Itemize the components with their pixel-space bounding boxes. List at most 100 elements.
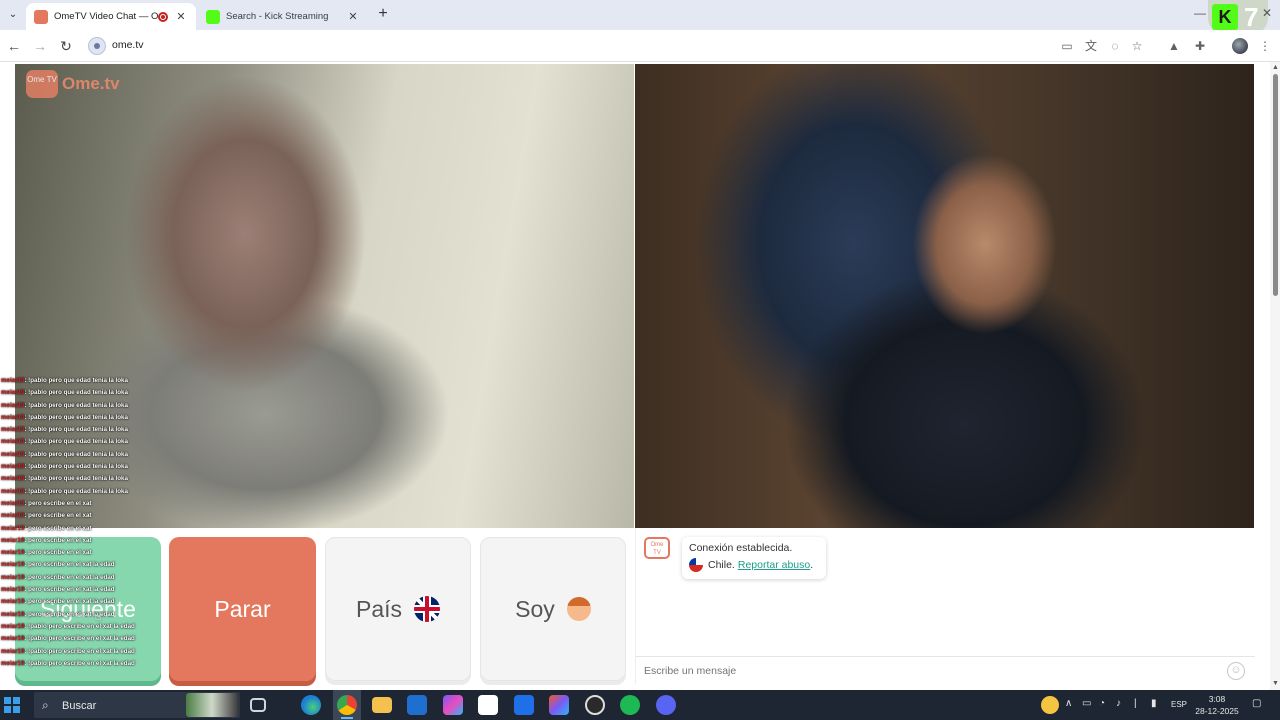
chat-message-text: : !pablo pero que edad tenia la loka (24, 377, 128, 384)
network-display-icon[interactable]: ▭ (1082, 698, 1091, 709)
kick-favicon-icon (206, 9, 220, 24)
emoji-smile-icon[interactable]: ☺ (1227, 662, 1245, 680)
tab-kick[interactable]: Search - Kick Streaming ✕ (198, 3, 368, 30)
address-bar[interactable]: ome.tv (112, 39, 144, 51)
text-chat-panel: Ome TV Conexión establecida. Chile. Repo… (635, 528, 1255, 684)
chat-message-text: : !pablo pero escribe en el xat la edad (24, 635, 135, 643)
chat-username: meiar19 (1, 635, 25, 643)
stream-chat-line: meiar19: pero escribe en el xat la edad (1, 584, 171, 596)
stream-chat-overlay: meiar19: !pablo pero que edad tenia la l… (1, 375, 171, 670)
chat-username: meiar19 (1, 389, 25, 397)
discord-icon[interactable] (656, 695, 676, 715)
notifications-icon[interactable]: ▢ (1252, 698, 1261, 709)
forward-arrow-icon[interactable]: → (32, 38, 48, 54)
chat-message-text: : pero escribe en el xat la edad (24, 598, 115, 606)
new-tab-button[interactable]: + (374, 5, 392, 23)
chile-flag-icon (689, 558, 703, 572)
reload-icon[interactable]: ↻ (58, 38, 74, 54)
tab-ometv[interactable]: OmeTV Video Chat — Ome ✕ (26, 3, 196, 30)
ometv-logo-text: Ome.tv (62, 74, 120, 93)
chat-username: meiar19 (1, 487, 25, 495)
stream-chat-line: meiar19: pero escribe en el xat (1, 523, 171, 535)
gender-button[interactable]: Soy (480, 537, 626, 681)
windows-start-icon[interactable] (4, 697, 20, 713)
chat-message-text: : pero escribe en el xat (24, 549, 92, 557)
obs-studio-icon[interactable] (585, 695, 605, 715)
gender-button-label: Soy (515, 595, 555, 622)
report-abuse-link[interactable]: Reportar abuso (738, 559, 810, 571)
chat-username: meiar19 (1, 524, 25, 532)
close-tab-icon[interactable]: ✕ (346, 10, 360, 23)
stream-chat-line: meiar19: !pablo pero que edad tenia la l… (1, 424, 171, 436)
more-menu-icon[interactable]: ⋮ (1258, 39, 1272, 53)
tray-app-icon[interactable] (1041, 696, 1059, 714)
eye-off-icon[interactable]: ◌ (1108, 39, 1122, 53)
outlook-icon[interactable] (407, 695, 427, 715)
chat-username: meiar19 (1, 426, 25, 434)
chat-username: meiar19 (1, 413, 25, 421)
wifi-icon[interactable]: ◔ (1099, 698, 1105, 709)
copilot-icon[interactable] (443, 695, 463, 715)
task-view-icon[interactable] (250, 698, 266, 712)
browser-tab-strip: ⌄ OmeTV Video Chat — Ome ✕ Search - Kick… (0, 0, 1280, 34)
taskbar-clock[interactable]: 3:08 28-12-2025 (1195, 693, 1239, 717)
site-info-icon[interactable] (88, 37, 106, 55)
input-language[interactable]: ESP (1171, 700, 1187, 709)
scrollbar-thumb[interactable] (1273, 74, 1278, 296)
file-explorer-icon[interactable] (372, 697, 392, 713)
chat-username: meiar19 (1, 586, 25, 594)
taskbar-search-label: Buscar (62, 700, 97, 712)
chat-message-text: : !pablo pero que edad tenia la loka (24, 463, 128, 471)
message-input[interactable] (644, 663, 1214, 679)
tab-search-menu-icon[interactable]: ⌄ (4, 6, 22, 24)
show-hidden-icons-icon[interactable]: ∧ (1065, 698, 1072, 709)
chrome-icon[interactable] (337, 695, 357, 715)
translate-icon[interactable]: 文 (1084, 39, 1098, 53)
dropbox-icon[interactable] (514, 695, 534, 715)
stop-button-label: Parar (214, 595, 271, 622)
chat-username: meiar19 (1, 622, 25, 630)
chat-username: meiar19 (1, 659, 25, 667)
bookmark-star-icon[interactable]: ☆ (1130, 39, 1144, 53)
volume-icon[interactable]: ♪ (1116, 698, 1121, 709)
chat-username: meiar19 (1, 438, 25, 446)
microphone-icon[interactable]: | (1134, 698, 1137, 709)
chat-message-text: : !pablo pero que edad tenia la loka (24, 413, 128, 421)
boy-face-icon (566, 597, 591, 621)
connection-status: Conexión establecida. (689, 542, 793, 554)
scroll-up-arrow-icon[interactable]: ▲ (1272, 64, 1279, 71)
taskbar-search-box[interactable]: ⌕ Buscar (34, 692, 240, 718)
chat-message-text: : !pablo pero que edad tenia la loka (24, 438, 128, 446)
scroll-down-arrow-icon[interactable]: ▼ (1272, 680, 1279, 687)
country-button[interactable]: País (325, 537, 471, 681)
chat-username: meiar19 (1, 647, 25, 655)
close-window-icon[interactable]: ✕ (1262, 6, 1272, 20)
spotify-icon[interactable] (620, 695, 640, 715)
chat-message-text: : pero escribe en el xat (24, 524, 92, 532)
back-arrow-icon[interactable]: ← (6, 38, 22, 54)
cast-icon[interactable]: ▭ (1060, 39, 1074, 53)
minimize-window-icon[interactable]: — (1194, 6, 1206, 20)
close-tab-icon[interactable]: ✕ (174, 10, 188, 23)
country-button-label: País (355, 595, 403, 622)
stream-chat-line: meiar19: !pablo pero que edad tenia la l… (1, 449, 171, 461)
stop-button[interactable]: Parar (169, 537, 316, 681)
partner-country: Chile. (708, 559, 735, 571)
chat-message-text: : !pablo pero que edad tenia la loka (24, 389, 128, 397)
copilot-app-icon[interactable] (549, 695, 569, 715)
extension-pin-icon[interactable]: ▲ (1167, 39, 1181, 53)
chat-username: meiar19 (1, 499, 25, 507)
chat-username: meiar19 (1, 610, 25, 618)
chat-username: meiar19 (1, 512, 25, 520)
battery-icon[interactable]: ▮ (1151, 698, 1157, 709)
stream-chat-line: meiar19: !pablo pero que edad tenia la l… (1, 461, 171, 473)
edge-browser-icon[interactable] (301, 695, 321, 715)
stream-chat-line: meiar19: !pablo pero que edad tenia la l… (1, 486, 171, 498)
page-content: Siguiente Parar País Soy Ome TV Conexión… (0, 62, 1280, 690)
chat-username: meiar19 (1, 598, 25, 606)
chat-message-text: : !pablo pero que edad tenia la loka (24, 487, 128, 495)
chat-username: meiar19 (1, 561, 25, 569)
extensions-puzzle-icon[interactable]: ✚ (1193, 39, 1207, 53)
profile-avatar[interactable] (1232, 38, 1248, 54)
microsoft-store-icon[interactable] (478, 695, 498, 715)
